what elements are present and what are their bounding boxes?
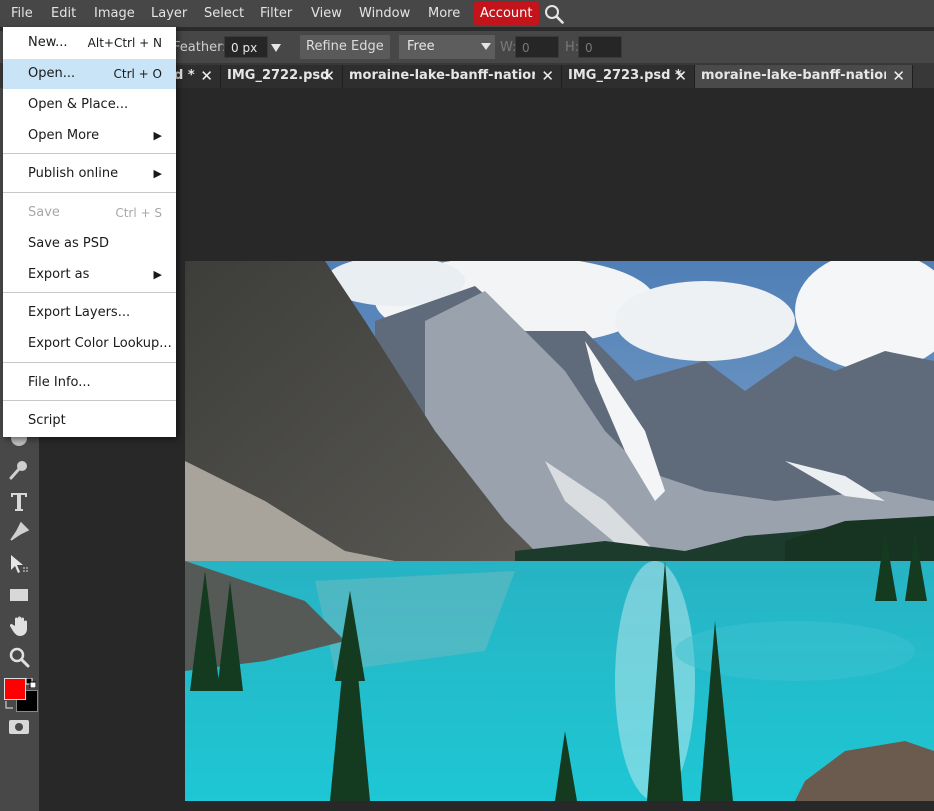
- menu-item-label: Export as: [28, 267, 90, 282]
- menu-item-label: Export Layers...: [28, 305, 131, 320]
- menu-bar: File Edit Image Layer Select Filter View…: [0, 0, 934, 27]
- menu-item-label: Save as PSD: [28, 236, 110, 251]
- tab-document-4[interactable]: IMG_2723.psd * ✕: [562, 65, 695, 88]
- menu-item-label: File Info...: [28, 375, 91, 390]
- menu-window[interactable]: Window: [357, 0, 412, 27]
- menu-layer[interactable]: Layer: [149, 0, 189, 27]
- menu-item-label: New...: [28, 35, 68, 50]
- close-icon[interactable]: ✕: [674, 65, 687, 87]
- tab-document-5[interactable]: moraine-lake-banff-national ✕: [695, 65, 913, 88]
- menu-item-label: Publish online: [28, 166, 119, 181]
- width-input[interactable]: 0: [515, 36, 559, 58]
- menu-separator: [3, 192, 176, 193]
- menu-item-shortcut: Ctrl + O: [113, 67, 162, 81]
- zoom-icon[interactable]: [7, 645, 31, 669]
- menu-item-export-color-lookup[interactable]: Export Color Lookup...: [3, 329, 176, 359]
- menu-item-publish-online[interactable]: Publish online ▶: [3, 159, 176, 189]
- path-select-icon[interactable]: [7, 552, 31, 576]
- menu-separator: [3, 400, 176, 401]
- menu-item-label: Export Color Lookup...: [28, 336, 172, 351]
- submenu-arrow-icon: ▶: [153, 129, 162, 142]
- menu-item-export-layers[interactable]: Export Layers...: [3, 298, 176, 328]
- hand-icon[interactable]: [7, 614, 31, 638]
- menu-separator: [3, 153, 176, 154]
- menu-more[interactable]: More: [426, 0, 462, 27]
- submenu-arrow-icon: ▶: [153, 268, 162, 281]
- mode-value: Free: [407, 39, 435, 54]
- default-colors-icon[interactable]: [26, 678, 36, 688]
- menu-item-shortcut: Ctrl + S: [115, 206, 162, 220]
- feather-label: Feather:: [173, 40, 227, 55]
- menu-file[interactable]: File: [9, 0, 35, 27]
- menu-separator: [3, 292, 176, 293]
- mode-select[interactable]: Free: [399, 35, 495, 59]
- menu-view[interactable]: View: [309, 0, 344, 27]
- document-canvas-image[interactable]: [185, 261, 934, 801]
- tab-label: moraine-lake-banff-national: [349, 68, 535, 83]
- text-icon[interactable]: [7, 489, 31, 513]
- menu-separator: [3, 362, 176, 363]
- pen-icon[interactable]: [7, 520, 31, 544]
- feather-value: 0: [231, 41, 239, 55]
- file-menu: New... Alt+Ctrl + N Open... Ctrl + O Ope…: [3, 27, 176, 437]
- menu-image[interactable]: Image: [92, 0, 137, 27]
- close-icon[interactable]: ✕: [322, 65, 335, 87]
- menu-item-new[interactable]: New... Alt+Ctrl + N: [3, 28, 176, 58]
- menu-item-script[interactable]: Script: [3, 406, 176, 436]
- tab-label: moraine-lake-banff-national: [701, 68, 886, 83]
- menu-item-shortcut: Alt+Ctrl + N: [87, 36, 162, 50]
- menu-item-label: Script: [28, 413, 66, 428]
- feather-unit: px: [242, 41, 258, 55]
- chevron-down-icon: [481, 43, 491, 50]
- menu-item-label: Open & Place...: [28, 97, 129, 112]
- menu-item-save: Save Ctrl + S: [3, 198, 176, 228]
- menu-filter[interactable]: Filter: [258, 0, 294, 27]
- landscape-photo: [185, 261, 934, 801]
- swap-colors-icon[interactable]: [4, 700, 14, 710]
- menu-edit[interactable]: Edit: [49, 0, 78, 27]
- close-icon[interactable]: ✕: [541, 65, 554, 87]
- tab-label: IMG_2722.psd: [227, 68, 330, 83]
- menu-item-save-as-psd[interactable]: Save as PSD: [3, 229, 176, 259]
- menu-select[interactable]: Select: [202, 0, 246, 27]
- menu-item-label: Open...: [28, 66, 76, 81]
- close-icon[interactable]: ✕: [200, 65, 213, 87]
- close-icon[interactable]: ✕: [892, 65, 905, 87]
- height-input[interactable]: 0: [578, 36, 622, 58]
- smudge-icon[interactable]: [7, 458, 31, 482]
- tab-label: IMG_2723.psd *: [568, 68, 682, 83]
- submenu-arrow-icon: ▶: [153, 167, 162, 180]
- menu-item-export-as[interactable]: Export as ▶: [3, 260, 176, 290]
- color-swatches[interactable]: [4, 678, 38, 712]
- feather-input[interactable]: 0 px: [224, 36, 268, 58]
- menu-item-open-more[interactable]: Open More ▶: [3, 121, 176, 151]
- quick-mask-icon[interactable]: [7, 715, 31, 739]
- chevron-down-icon[interactable]: [270, 43, 282, 53]
- menu-item-file-info[interactable]: File Info...: [3, 368, 176, 398]
- tab-document-2[interactable]: IMG_2722.psd ✕: [221, 65, 343, 88]
- search-icon[interactable]: [544, 4, 564, 24]
- menu-item-label: Save: [28, 205, 60, 220]
- tab-document-3[interactable]: moraine-lake-banff-national ✕: [343, 65, 562, 88]
- account-button[interactable]: Account: [474, 2, 539, 25]
- rectangle-icon[interactable]: [7, 583, 31, 607]
- width-label: W:: [500, 40, 517, 55]
- foreground-color-swatch[interactable]: [4, 678, 26, 700]
- menu-item-open[interactable]: Open... Ctrl + O: [3, 59, 176, 89]
- menu-item-open-and-place[interactable]: Open & Place...: [3, 90, 176, 120]
- menu-item-label: Open More: [28, 128, 100, 143]
- refine-edge-button[interactable]: Refine Edge: [300, 35, 390, 59]
